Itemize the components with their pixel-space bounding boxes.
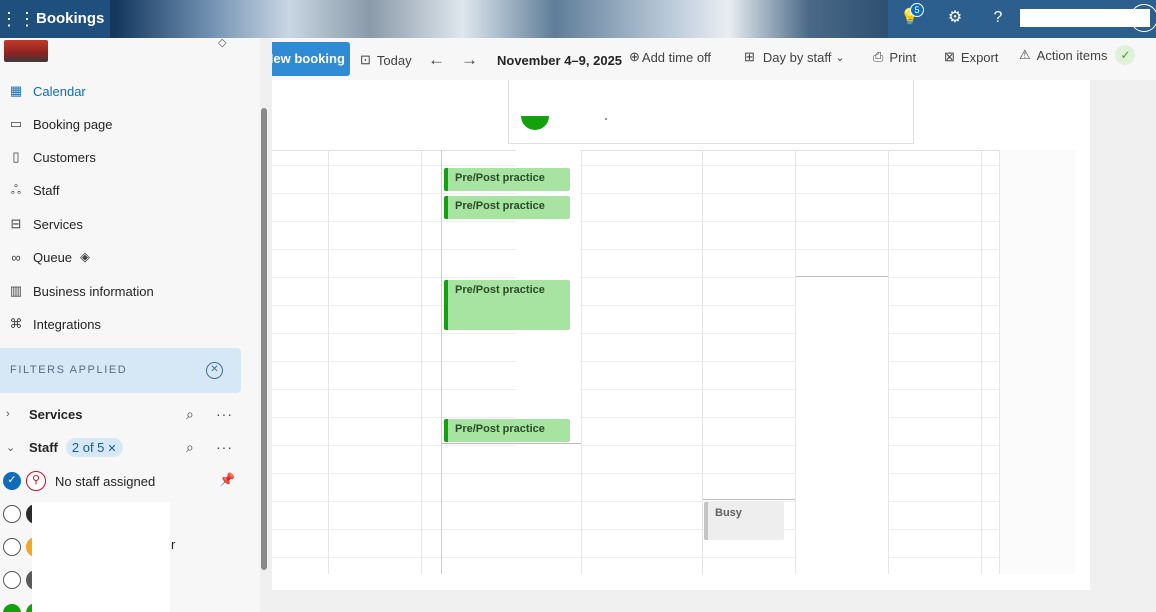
nav-item-customers[interactable]: ▯ Customers (8, 145, 248, 169)
nav-item-calendar[interactable]: ▦ Calendar (8, 79, 248, 103)
top-bar: ⋮⋮ Bookings 💡 5 ⚙ ? (0, 0, 1156, 38)
people-icon: ஃ (10, 181, 22, 197)
checkmark-icon: ✓ (1115, 45, 1136, 65)
clear-filters-icon[interactable]: ✕ (206, 362, 223, 379)
previous-arrow-icon[interactable]: ← (428, 50, 445, 70)
next-arrow-icon[interactable]: → (461, 50, 478, 70)
integrations-icon: ⌘ (9, 316, 23, 331)
more-options-icon[interactable]: ··· (216, 406, 233, 422)
account-avatar[interactable] (1130, 4, 1156, 32)
date-range-label[interactable]: November 4–9, 2025 (497, 50, 622, 70)
print-button[interactable]: ⎙ Print (873, 47, 916, 67)
queue-icon: ∞ (11, 249, 21, 265)
monitor-icon: ▭ (9, 116, 23, 131)
today-button[interactable]: ⊡ Today (360, 50, 412, 70)
filter-group-staff[interactable]: ⌄ Staff 2 of 5 ✕ ⌕ ··· (6, 436, 242, 458)
nav-item-business-information[interactable]: ▥ Business information (8, 279, 248, 303)
staff-column-header[interactable] (508, 80, 914, 144)
waffle-icon[interactable]: ⋮⋮ (0, 8, 36, 30)
view-icon: ⊞ (744, 49, 755, 64)
left-nav: ◇ ▦ Calendar ▭ Booking page ▯ Customers … (0, 36, 260, 612)
export-button[interactable]: ⊠ Export (944, 47, 998, 67)
warning-icon: ⚠ (1019, 47, 1031, 62)
chevron-down-icon[interactable]: ⌄ (6, 441, 18, 454)
close-icon[interactable]: ✕ (107, 443, 116, 455)
help-icon[interactable]: ? (986, 6, 1010, 30)
clock-person-icon: ⊕ (629, 49, 640, 64)
app-title[interactable]: Bookings (36, 10, 104, 27)
nav-item-integrations[interactable]: ⌘ Integrations (8, 312, 248, 336)
staff-checkbox[interactable] (3, 604, 21, 612)
nav-item-booking-page[interactable]: ▭ Booking page (8, 112, 248, 136)
view-selector[interactable]: ⊞ Day by staff ⌄ (744, 47, 845, 67)
building-icon: ▥ (9, 283, 23, 298)
filters-applied-bar: FILTERS APPLIED ✕ (0, 348, 241, 393)
add-time-off-button[interactable]: ⊕ Add time off (629, 47, 711, 67)
briefcase-icon: ⊟ (10, 216, 22, 231)
booking-event[interactable]: Pre/Post practice (444, 419, 570, 442)
pin-icon[interactable]: 📌 (219, 472, 235, 488)
staff-filter-chip[interactable]: 2 of 5 ✕ (65, 437, 123, 457)
search-icon[interactable]: ⌕ (186, 439, 194, 456)
staff-checkbox[interactable] (3, 538, 21, 556)
staff-checkbox[interactable]: ✓ (3, 472, 21, 490)
bottom-gutter (272, 590, 1090, 612)
staff-header-row (272, 80, 1090, 150)
diamond-icon: ◈ (80, 249, 91, 264)
booking-event[interactable]: Pre/Post practice (444, 196, 570, 219)
nav-item-services[interactable]: ⊟ Services (8, 212, 248, 236)
staff-row-no-staff[interactable]: ✓ ⚲ No staff assigned 📌 (2, 470, 242, 492)
staff-name-fragment: r (171, 537, 176, 552)
chevron-right-icon[interactable]: › (6, 408, 18, 420)
no-staff-avatar-icon: ⚲ (26, 471, 46, 491)
busy-event[interactable]: Busy (704, 502, 784, 540)
staff-checkbox[interactable] (3, 505, 21, 523)
filters-applied-label: FILTERS APPLIED (10, 364, 128, 376)
search-icon[interactable]: ⌕ (186, 406, 194, 423)
business-logo[interactable] (4, 40, 48, 62)
right-gutter (1090, 80, 1156, 612)
more-options-icon[interactable]: ··· (216, 439, 233, 455)
calendar-today-icon: ⊡ (360, 52, 371, 67)
calendar-grid: Pre/Post practice Pre/Post practice Pre/… (272, 80, 1090, 590)
booking-event[interactable]: Pre/Post practice (444, 280, 570, 330)
nav-item-staff[interactable]: ஃ Staff (8, 178, 248, 202)
sidebar-scrollbar[interactable] (261, 108, 267, 570)
calendar-icon: ▦ (9, 83, 23, 98)
booking-event[interactable]: Pre/Post practice (444, 168, 570, 191)
excel-icon: ⊠ (944, 49, 955, 64)
action-items-button[interactable]: ⚠ Action items ✓ (1019, 45, 1136, 65)
chevron-down-icon[interactable]: ◇ (218, 36, 226, 49)
printer-icon: ⎙ (873, 49, 884, 64)
new-booking-button[interactable]: New booking (272, 42, 350, 76)
time-grid[interactable]: Pre/Post practice Pre/Post practice Pre/… (272, 150, 1090, 590)
nav-item-queue[interactable]: ∞ Queue ◈ (8, 245, 248, 269)
staff-checkbox[interactable] (3, 571, 21, 589)
gear-icon[interactable]: ⚙ (943, 6, 967, 30)
redacted-area (32, 502, 170, 612)
filter-group-services[interactable]: › Services ⌕ ··· (6, 403, 242, 425)
clipboard-person-icon: ▯ (12, 149, 20, 164)
chevron-down-icon: ⌄ (835, 51, 845, 64)
calendar-toolbar: New booking ⊡ Today ← → November 4–9, 202… (272, 38, 1156, 80)
notification-badge: 5 (910, 3, 924, 17)
avatar (521, 116, 549, 130)
